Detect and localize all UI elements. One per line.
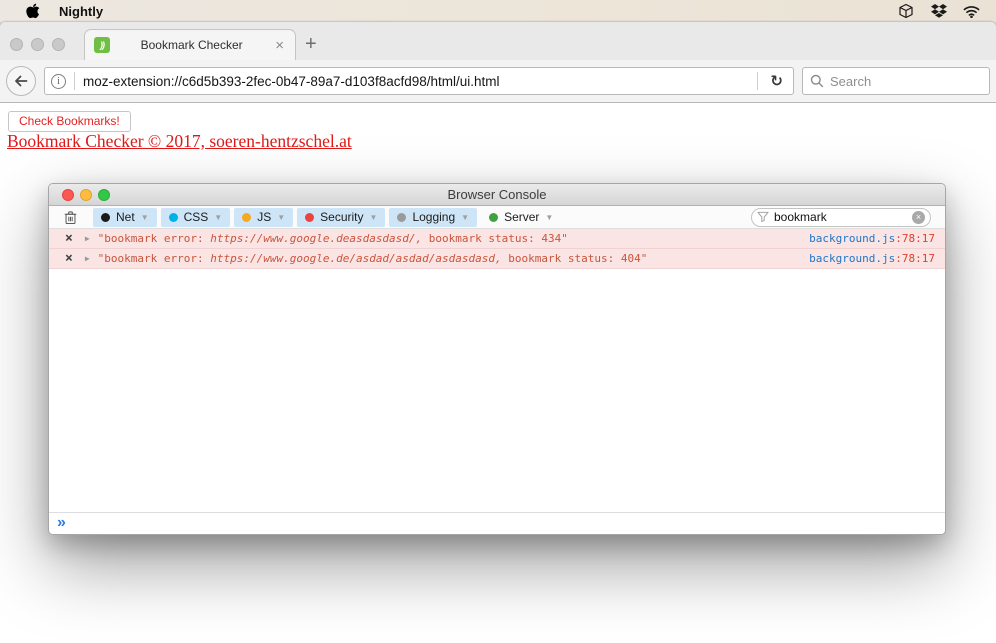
page-info-icon[interactable]: i bbox=[51, 73, 66, 89]
tab-title: Bookmark Checker bbox=[140, 38, 243, 52]
url-bar[interactable]: i ↻ bbox=[44, 67, 794, 95]
chevron-down-icon: ▼ bbox=[545, 212, 554, 222]
filter-server-label: Server bbox=[504, 210, 540, 224]
tab-close-icon[interactable]: × bbox=[273, 38, 286, 53]
logging-dot-icon bbox=[397, 212, 407, 222]
apple-menu-icon[interactable] bbox=[26, 3, 41, 19]
console-command-input[interactable] bbox=[73, 517, 937, 530]
filter-net-button[interactable]: Net ▼ bbox=[93, 207, 157, 227]
extension-favicon: )) bbox=[94, 37, 110, 53]
filter-security-button[interactable]: Security ▼ bbox=[297, 207, 386, 227]
console-input-row[interactable]: » bbox=[49, 512, 945, 534]
console-filter-searchbox[interactable]: × bbox=[751, 207, 931, 227]
filter-css-label: CSS bbox=[183, 210, 209, 224]
reload-icon[interactable]: ↻ bbox=[766, 72, 787, 90]
console-filter-toolbar: Net ▼ CSS ▼ JS ▼ Security ▼ Logging ▼ Se… bbox=[49, 206, 945, 229]
error-url[interactable]: https://www.google.de/asdad/asdad/asdasd… bbox=[210, 252, 501, 265]
css-dot-icon bbox=[168, 212, 178, 222]
chevron-down-icon: ▼ bbox=[461, 212, 470, 222]
filter-js-button[interactable]: JS ▼ bbox=[234, 207, 294, 227]
error-url[interactable]: https://www.google.deasdasdasd/, bbox=[210, 232, 422, 245]
js-dot-icon bbox=[242, 212, 252, 222]
active-app-menu[interactable]: Nightly bbox=[59, 4, 103, 19]
navigation-toolbar: i ↻ bbox=[0, 60, 996, 103]
chevron-down-icon: ▼ bbox=[214, 212, 223, 222]
urlbar-separator bbox=[74, 72, 75, 90]
error-message-text: "bookmark error: https://www.google.deas… bbox=[97, 232, 568, 245]
funnel-filter-icon bbox=[757, 211, 769, 223]
disclosure-triangle-icon[interactable]: ▶ bbox=[85, 254, 90, 263]
clear-filter-icon[interactable]: × bbox=[912, 210, 925, 224]
search-bar[interactable] bbox=[802, 67, 990, 95]
browser-console-window: Browser Console Net ▼ CSS ▼ JS ▼ Securit… bbox=[48, 183, 946, 535]
security-dot-icon bbox=[305, 212, 315, 222]
minimize-window-button[interactable] bbox=[31, 38, 44, 51]
urlbar-separator-2 bbox=[757, 72, 759, 90]
error-message-text: "bookmark error: https://www.google.de/a… bbox=[97, 252, 648, 265]
source-location-link[interactable]: background.js:78:17 bbox=[809, 252, 935, 265]
macos-menu-bar: Nightly bbox=[0, 0, 996, 22]
filter-logging-label: Logging bbox=[412, 210, 456, 224]
console-window-title: Browser Console bbox=[447, 187, 547, 202]
filter-logging-button[interactable]: Logging ▼ bbox=[389, 207, 478, 227]
console-error-row[interactable]: × ▶ "bookmark error: https://www.google.… bbox=[49, 249, 945, 269]
console-filter-input[interactable] bbox=[774, 210, 912, 224]
filter-net-label: Net bbox=[116, 210, 135, 224]
menubar-tray bbox=[897, 3, 980, 19]
wifi-icon[interactable] bbox=[963, 3, 980, 19]
search-input[interactable] bbox=[830, 73, 982, 89]
console-title-bar[interactable]: Browser Console bbox=[49, 184, 945, 206]
new-tab-button[interactable]: + bbox=[305, 33, 317, 56]
filter-server-button[interactable]: Server ▼ bbox=[481, 208, 561, 227]
chevron-down-icon: ▼ bbox=[140, 212, 149, 222]
server-dot-icon bbox=[489, 212, 499, 222]
console-error-row[interactable]: × ▶ "bookmark error: https://www.google.… bbox=[49, 229, 945, 249]
source-location-link[interactable]: background.js:78:17 bbox=[809, 232, 935, 245]
tab-strip: )) Bookmark Checker × + bbox=[0, 22, 996, 60]
clear-console-trash-icon[interactable] bbox=[57, 210, 83, 225]
net-dot-icon bbox=[101, 212, 110, 222]
back-button[interactable] bbox=[6, 66, 36, 96]
search-icon bbox=[810, 74, 824, 88]
dismiss-message-icon[interactable]: × bbox=[65, 232, 73, 245]
dropbox-icon[interactable] bbox=[930, 3, 947, 19]
console-prompt-icon: » bbox=[57, 513, 66, 531]
chevron-down-icon: ▼ bbox=[277, 212, 286, 222]
disclosure-triangle-icon[interactable]: ▶ bbox=[85, 234, 90, 243]
chevron-down-icon: ▼ bbox=[369, 212, 378, 222]
check-bookmarks-button[interactable]: Check Bookmarks! bbox=[8, 111, 131, 132]
bookmark-checker-copyright-link[interactable]: Bookmark Checker © 2017, soeren-hentzsch… bbox=[7, 131, 352, 152]
dismiss-message-icon[interactable]: × bbox=[65, 252, 73, 265]
console-message-list: × ▶ "bookmark error: https://www.google.… bbox=[49, 229, 945, 512]
tab-bookmark-checker[interactable]: )) Bookmark Checker × bbox=[84, 29, 296, 60]
window-controls-inactive bbox=[10, 38, 65, 51]
zoom-window-button[interactable] bbox=[52, 38, 65, 51]
url-input[interactable] bbox=[83, 73, 750, 89]
filter-css-button[interactable]: CSS ▼ bbox=[160, 207, 231, 227]
close-window-button[interactable] bbox=[10, 38, 23, 51]
filter-security-label: Security bbox=[320, 210, 364, 224]
cube-icon[interactable] bbox=[897, 3, 914, 19]
filter-js-label: JS bbox=[257, 210, 272, 224]
